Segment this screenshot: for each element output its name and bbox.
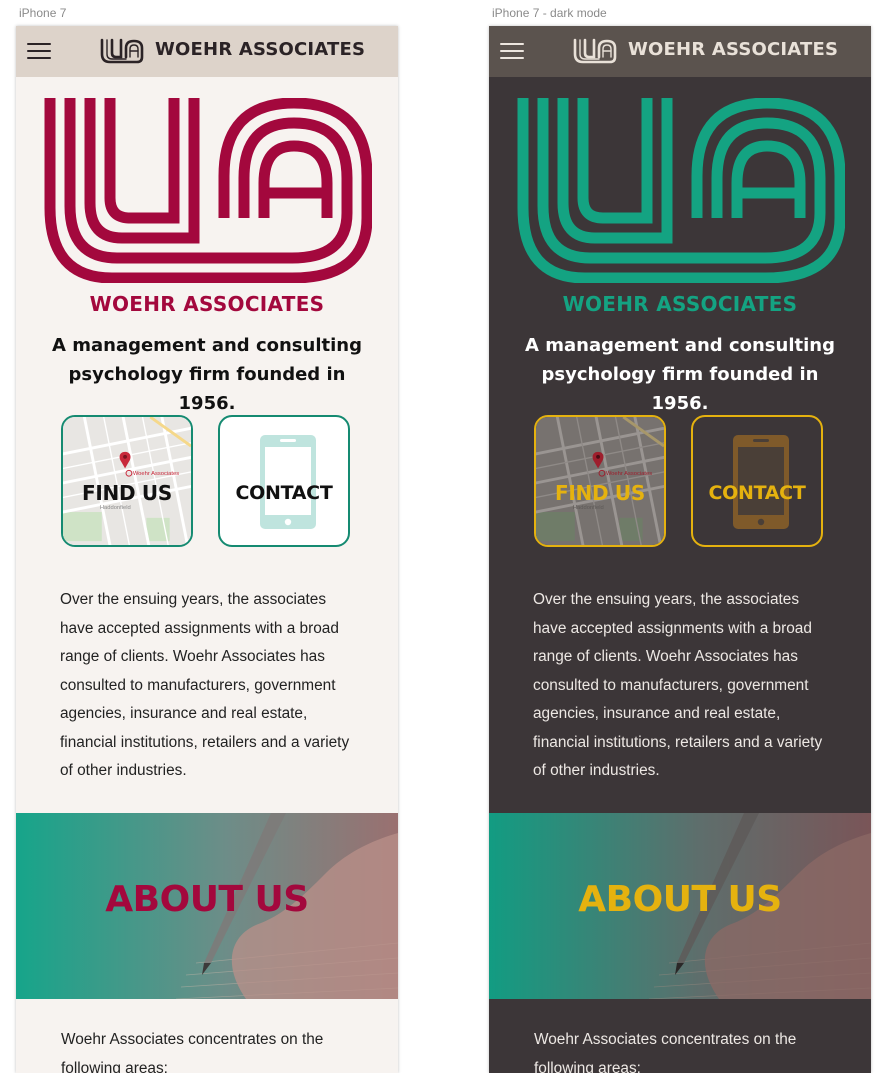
map-pin-label: Woehr Associates bbox=[606, 471, 652, 477]
contact-button[interactable]: CONTACT bbox=[691, 415, 823, 547]
phone-light: WOEHR ASSOCIATES WOEHR ASSOCIATES A mana… bbox=[16, 26, 398, 1073]
map-pin-label: Woehr Associates bbox=[133, 471, 179, 477]
header: WOEHR ASSOCIATES bbox=[489, 26, 871, 77]
wa-logo-icon bbox=[44, 98, 372, 283]
find-us-label: FIND US bbox=[82, 481, 172, 505]
brand-name[interactable]: WOEHR ASSOCIATES bbox=[628, 39, 838, 60]
contact-button[interactable]: CONTACT bbox=[218, 415, 350, 547]
header: WOEHR ASSOCIATES bbox=[16, 26, 398, 77]
logo-wordmark: WOEHR ASSOCIATES bbox=[562, 292, 798, 316]
wa-logo-icon[interactable] bbox=[99, 38, 145, 64]
tagline: A management and consulting psychology f… bbox=[525, 335, 835, 414]
wa-logo-icon[interactable] bbox=[572, 38, 618, 64]
wa-logo-icon bbox=[517, 98, 845, 283]
intro-paragraph: Over the ensuing years, the associates h… bbox=[60, 591, 350, 779]
menu-icon[interactable] bbox=[27, 43, 51, 60]
artboard-label-light: iPhone 7 bbox=[19, 6, 67, 20]
about-us-title: ABOUT US bbox=[105, 879, 309, 920]
contact-label: CONTACT bbox=[235, 482, 333, 504]
find-us-label: FIND US bbox=[555, 481, 645, 505]
phone-dark: WOEHR ASSOCIATES WOEHR ASSOCIATES A mana… bbox=[489, 26, 871, 1073]
about-us-banner: ABOUT US bbox=[489, 813, 871, 999]
tagline: A management and consulting psychology f… bbox=[52, 335, 362, 414]
intro-paragraph: Over the ensuing years, the associates h… bbox=[533, 591, 823, 779]
find-us-button[interactable]: Woehr Associates Haddonfield FIND US bbox=[534, 415, 666, 547]
find-us-button[interactable]: Woehr Associates Haddonfield FIND US bbox=[61, 415, 193, 547]
map-town-label: Haddonfield bbox=[573, 505, 604, 511]
contact-label: CONTACT bbox=[708, 482, 806, 504]
brand-name[interactable]: WOEHR ASSOCIATES bbox=[155, 39, 365, 60]
map-town-label: Haddonfield bbox=[100, 505, 131, 511]
about-us-banner: ABOUT US bbox=[16, 813, 398, 999]
areas-intro: Woehr Associates concentrates on the fol… bbox=[61, 1031, 324, 1073]
menu-icon[interactable] bbox=[500, 43, 524, 60]
logo-wordmark: WOEHR ASSOCIATES bbox=[89, 292, 325, 316]
artboard-label-dark: iPhone 7 - dark mode bbox=[492, 6, 607, 20]
areas-intro: Woehr Associates concentrates on the fol… bbox=[534, 1031, 797, 1073]
about-us-title: ABOUT US bbox=[578, 879, 782, 920]
